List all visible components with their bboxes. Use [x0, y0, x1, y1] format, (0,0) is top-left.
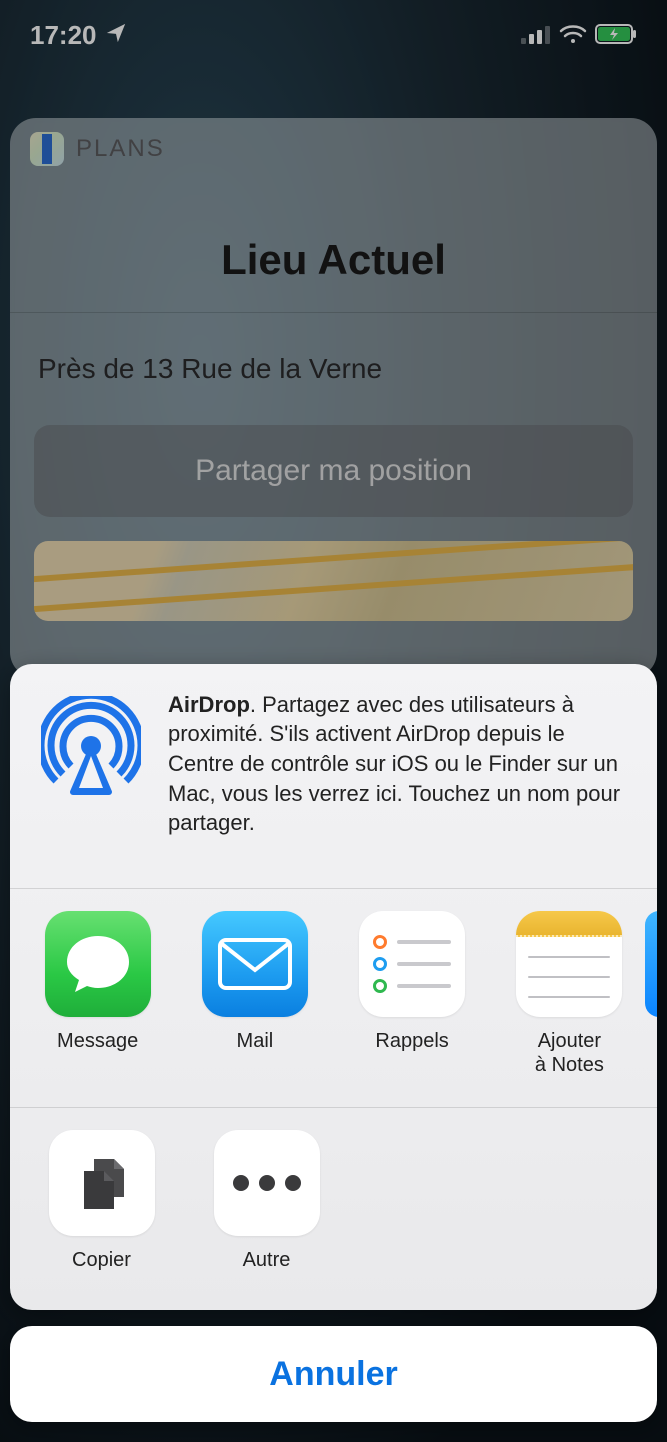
- share-action-copy[interactable]: Copier: [34, 1130, 169, 1272]
- action-label: Copier: [72, 1248, 131, 1272]
- more-apps-hint[interactable]: [645, 911, 657, 1017]
- action-label: Autre: [243, 1248, 291, 1272]
- airdrop-description: AirDrop. Partagez avec des utilisateurs …: [168, 690, 631, 838]
- share-apps-row[interactable]: Message Mail Rappels: [10, 889, 657, 1107]
- share-app-notes[interactable]: Ajouter à Notes: [506, 911, 633, 1077]
- cancel-button[interactable]: Annuler: [10, 1326, 657, 1422]
- reminders-icon: [359, 911, 465, 1017]
- airdrop-section: AirDrop. Partagez avec des utilisateurs …: [10, 664, 657, 888]
- app-label: Mail: [237, 1029, 274, 1053]
- share-app-reminders[interactable]: Rappels: [349, 911, 476, 1077]
- message-icon: [45, 911, 151, 1017]
- copy-icon: [49, 1130, 155, 1236]
- airdrop-title: AirDrop: [168, 692, 250, 717]
- mail-icon: [202, 911, 308, 1017]
- more-icon: [214, 1130, 320, 1236]
- notes-icon: [516, 911, 622, 1017]
- share-app-mail[interactable]: Mail: [191, 911, 318, 1077]
- cancel-label: Annuler: [269, 1355, 397, 1394]
- airdrop-icon: [36, 690, 146, 838]
- share-action-other[interactable]: Autre: [199, 1130, 334, 1272]
- app-label: Ajouter à Notes: [535, 1029, 604, 1077]
- share-app-message[interactable]: Message: [34, 911, 161, 1077]
- app-label: Message: [57, 1029, 138, 1053]
- screen: 17:20: [0, 0, 667, 1442]
- share-actions-row: Copier Autre: [10, 1108, 657, 1310]
- share-sheet: AirDrop. Partagez avec des utilisateurs …: [10, 664, 657, 1310]
- app-label: Rappels: [375, 1029, 448, 1053]
